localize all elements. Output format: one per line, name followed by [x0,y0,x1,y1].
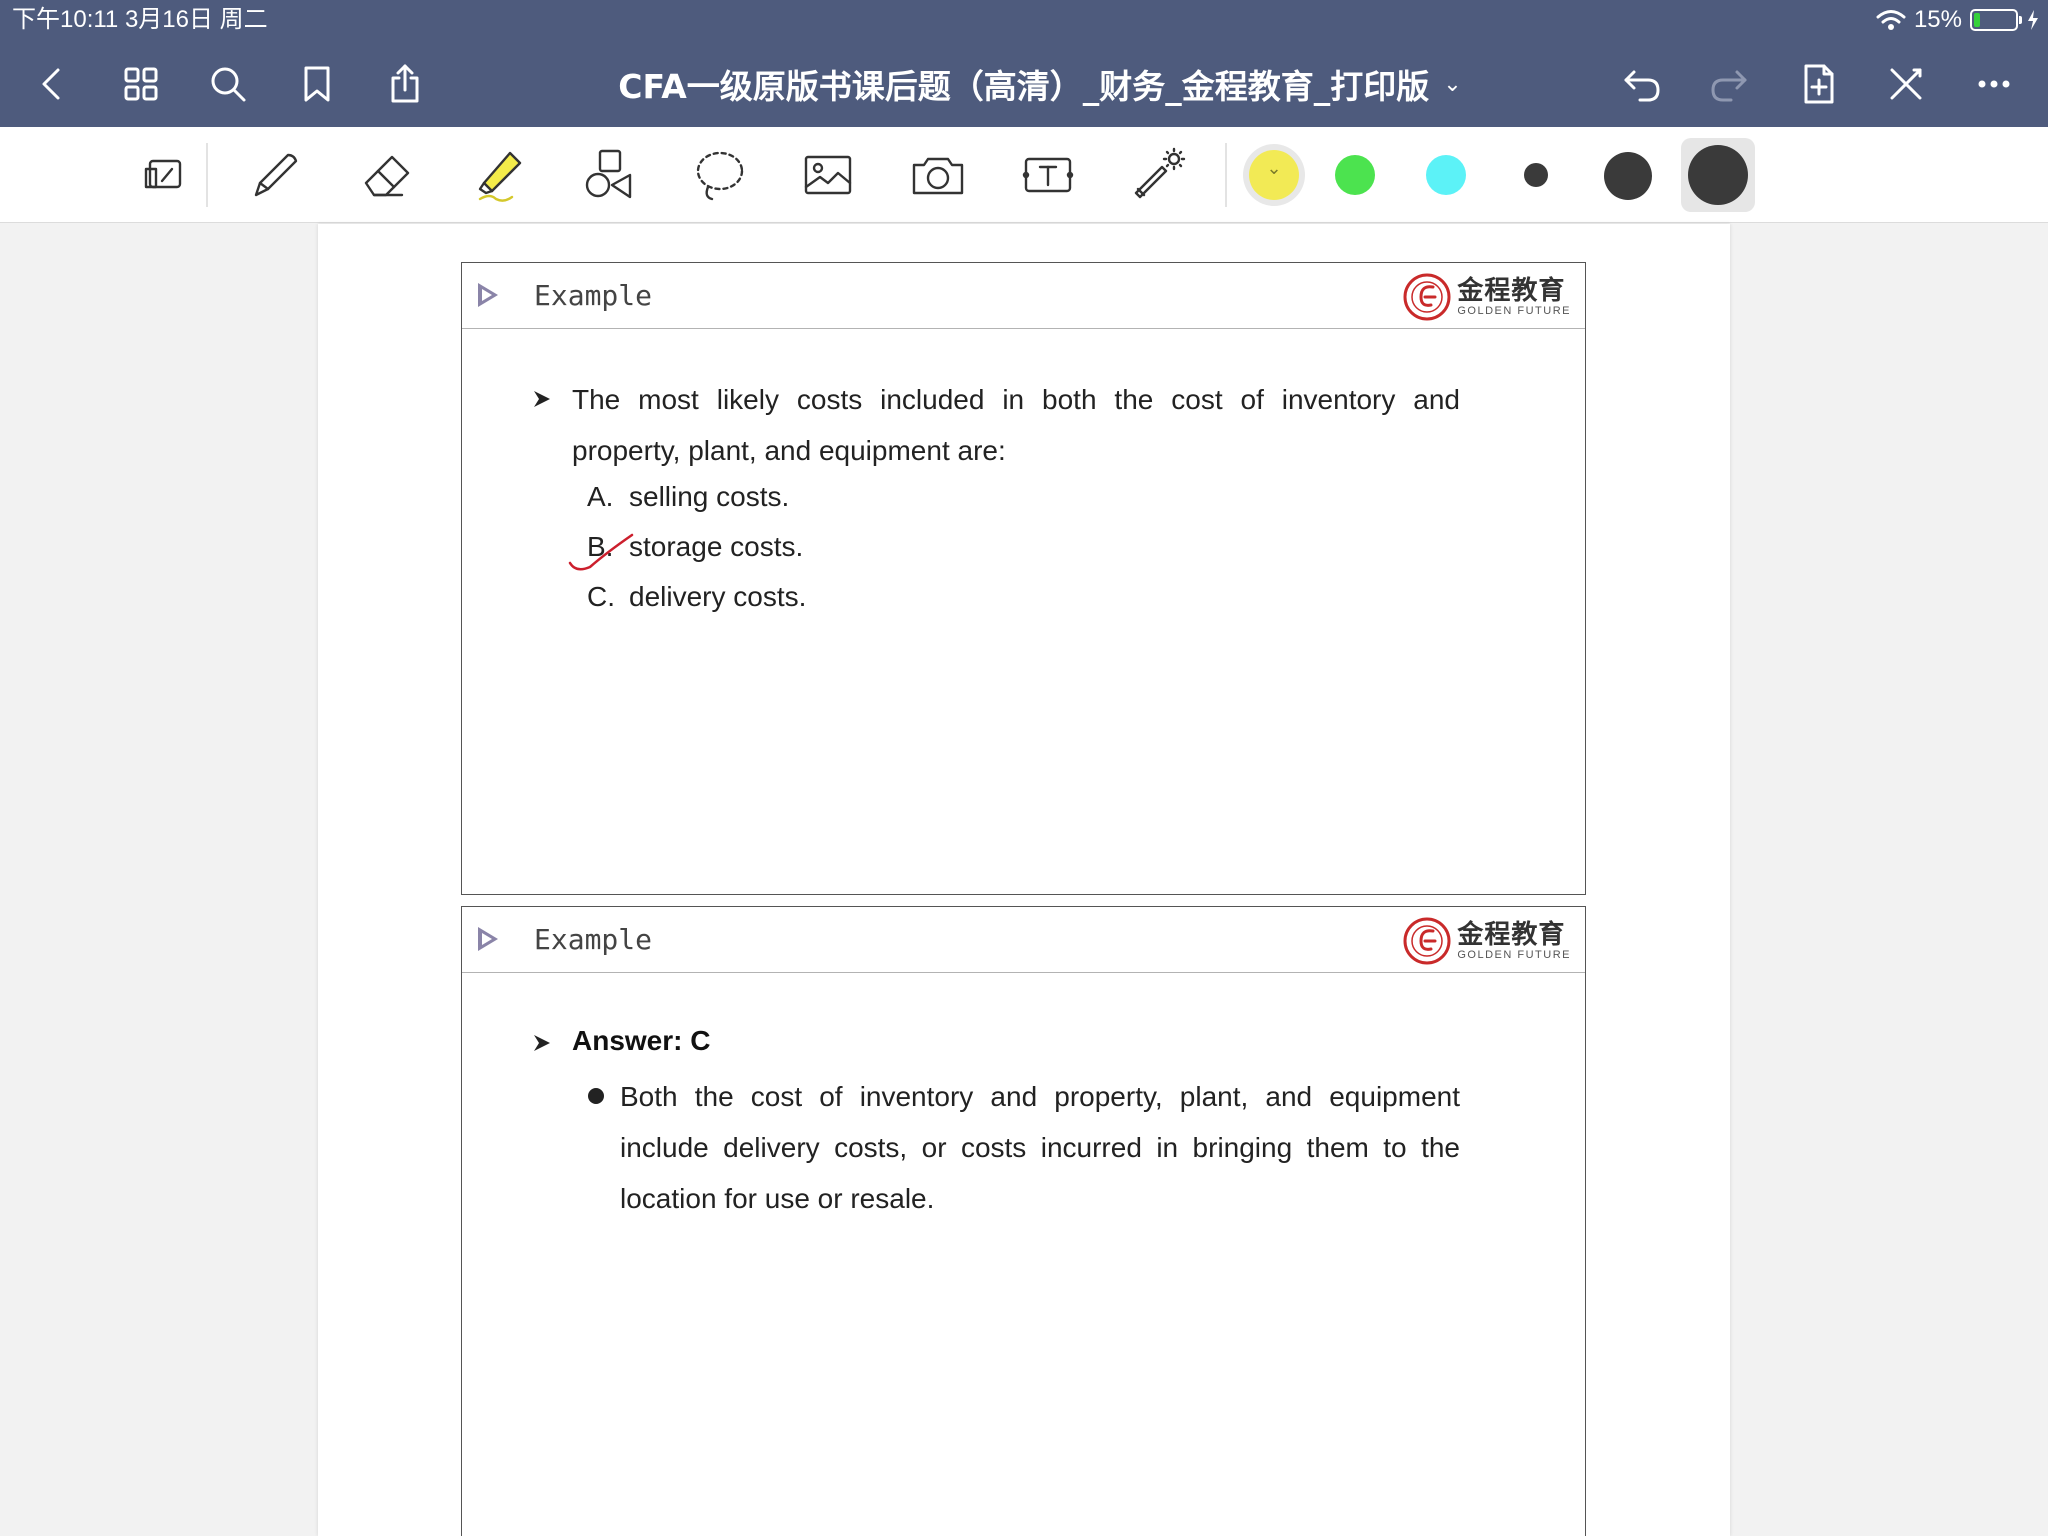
slide-title: Example [534,923,653,956]
logo-english-name: GOLDEN FUTURE [1457,949,1571,961]
document-page[interactable]: Example 金程教育 GOLDEN FUTURE The most like… [318,224,1730,1536]
lasso-icon[interactable] [682,139,754,211]
wifi-icon [1876,10,1906,30]
search-icon[interactable] [202,58,254,110]
color-swatch-yellow[interactable]: ⌄ [1243,144,1305,206]
chevron-down-icon: ⌄ [1266,158,1282,178]
answer-explanation: Both the cost of inventory and property,… [620,1081,1460,1214]
chevron-down-icon: ⌄ [1443,71,1462,97]
company-logo: 金程教育 GOLDEN FUTURE [1403,271,1571,323]
logo-chinese-name: 金程教育 [1457,920,1566,950]
image-icon[interactable] [792,139,864,211]
color-swatch-cyan[interactable] [1426,155,1466,195]
more-icon[interactable] [1968,58,2020,110]
slide-header: Example 金程教育 GOLDEN FUTURE [462,907,1585,973]
top-bar: 下午10:11 3月16日 周二 15% CFA一级原版书课后题（高清）_财务_… [0,0,2048,127]
battery-percent: 15% [1913,6,1962,33]
dot-bullet [588,1088,604,1104]
eraser-icon[interactable] [352,139,424,211]
annotation-toolbar: ⌄ [0,127,2048,223]
slide-header: Example 金程教育 GOLDEN FUTURE [462,263,1585,329]
seal-logo-icon [1403,273,1451,321]
bookmark-icon[interactable] [291,58,343,110]
pen-close-icon[interactable] [1880,58,1932,110]
charging-icon [2028,10,2038,30]
option-b-text: storage costs. [629,531,804,562]
question-text: The most likely costs included in both t… [572,384,1460,466]
status-right: 15% [1876,4,2040,36]
play-logo-icon [478,283,498,307]
document-title-text: CFA一级原版书课后题（高清）_财务_金程教育_打印版 [618,67,1430,106]
color-swatch-green[interactable] [1335,155,1375,195]
shapes-icon[interactable] [572,139,644,211]
play-logo-icon [478,927,498,951]
stroke-size-large[interactable] [1688,145,1748,205]
back-icon[interactable] [26,58,78,110]
stroke-size-medium[interactable] [1604,152,1652,200]
slide-title: Example [534,279,653,312]
redo-icon[interactable] [1703,58,1755,110]
pen-icon[interactable] [240,139,312,211]
stroke-size-small[interactable] [1524,163,1548,187]
grid-view-icon[interactable] [115,58,167,110]
toolbar-divider [1225,143,1227,207]
document-title[interactable]: CFA一级原版书课后题（高清）_财务_金程教育_打印版 ⌄ [600,58,1480,110]
seal-logo-icon [1403,917,1451,965]
camera-icon[interactable] [902,139,974,211]
company-logo: 金程教育 GOLDEN FUTURE [1403,915,1571,967]
battery-icon [1970,9,2022,31]
read-mode-icon[interactable] [128,139,200,211]
option-c-letter: C. [587,581,615,612]
battery-level [1974,13,1980,27]
add-page-icon[interactable] [1792,58,1844,110]
handwritten-check-mark [568,533,634,571]
undo-icon[interactable] [1616,58,1668,110]
logo-chinese-name: 金程教育 [1457,276,1566,306]
toolbar-divider [206,143,208,207]
answer-label: Answer: C [572,1025,711,1056]
status-time-date: 下午10:11 3月16日 周二 [12,6,268,33]
highlighter-icon[interactable] [462,139,534,211]
text-box-icon[interactable] [1012,139,1084,211]
option-c-text: delivery costs. [629,581,807,612]
share-icon[interactable] [379,58,431,110]
option-a-text: selling costs. [629,481,790,512]
option-a-letter: A. [587,481,614,512]
slide-answer: Example 金程教育 GOLDEN FUTURE Answer: C Bot… [461,906,1586,1536]
arrow-bullet-icon [534,391,550,407]
laser-pointer-icon[interactable] [1122,139,1194,211]
arrow-bullet-icon [534,1035,550,1051]
logo-english-name: GOLDEN FUTURE [1457,305,1571,317]
slide-question: Example 金程教育 GOLDEN FUTURE The most like… [461,262,1586,895]
